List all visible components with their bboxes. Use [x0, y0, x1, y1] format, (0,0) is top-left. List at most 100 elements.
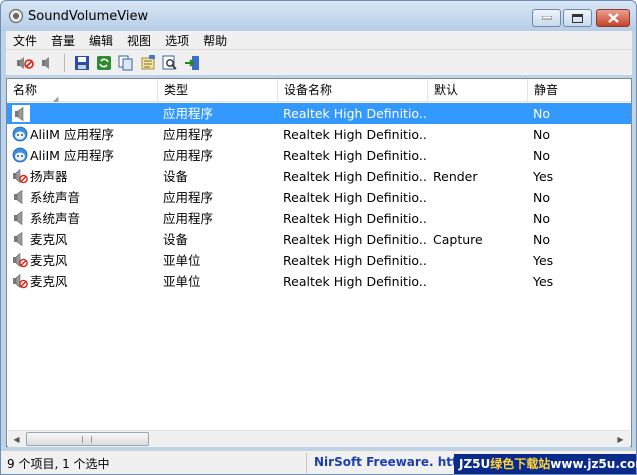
table-row[interactable]: 系统声音 应用程序 Realtek High Definitio... No	[7, 208, 631, 229]
unmute-button[interactable]	[36, 52, 58, 74]
close-icon	[607, 13, 619, 23]
row-name-text: 系统声音	[30, 211, 81, 226]
cell-name: 系统声音	[12, 208, 162, 229]
status-item-count: 9 个项目, 1 个选中	[7, 457, 110, 471]
cell-name	[12, 103, 162, 124]
refresh-button[interactable]	[93, 52, 115, 74]
cell-device: Realtek High Definitio...	[283, 169, 428, 184]
scroll-grip-icon	[82, 436, 92, 443]
cell-device: Realtek High Definitio...	[283, 148, 428, 163]
row-name-text: AliIM 应用程序	[30, 127, 114, 142]
watermark-part3: www.jz5u.com	[550, 457, 637, 471]
cell-device: Realtek High Definitio...	[283, 106, 428, 121]
cell-type: 亚单位	[163, 274, 201, 289]
cell-device: Realtek High Definitio...	[283, 274, 428, 289]
menu-options[interactable]: 选项	[158, 32, 196, 49]
column-header-mute[interactable]: 静音	[528, 79, 631, 102]
cell-name: 麦克风	[12, 229, 162, 250]
window-title: SoundVolumeView	[28, 9, 149, 24]
cell-device: Realtek High Definitio...	[283, 253, 428, 268]
cell-default	[433, 124, 528, 145]
row-name-text: 麦克风	[30, 232, 68, 247]
cell-mute: No	[533, 148, 550, 163]
cell-default	[433, 271, 528, 292]
find-button[interactable]	[159, 52, 181, 74]
cell-mute: No	[533, 127, 550, 142]
table-row[interactable]: 麦克风 亚单位 Realtek High Definitio... Yes	[7, 271, 631, 292]
list-rows: 应用程序 Realtek High Definitio... No AliIM 应用程…	[7, 103, 631, 292]
speaker-icon	[12, 231, 28, 247]
status-divider	[306, 453, 307, 473]
table-row[interactable]: AliIM 应用程序 应用程序 Realtek High Definitio... N…	[7, 124, 631, 145]
cell-mute: No	[533, 232, 550, 247]
cell-type: 应用程序	[163, 190, 214, 205]
scrollbar-thumb[interactable]	[26, 432, 149, 446]
cell-name: AliIM 应用程序	[12, 124, 162, 145]
menu-volume[interactable]: 音量	[44, 32, 82, 49]
column-header-label: 设备名称	[284, 83, 333, 97]
table-row[interactable]: 麦克风 亚单位 Realtek High Definitio... Yes	[7, 250, 631, 271]
cell-type: 设备	[163, 169, 189, 184]
scroll-left-arrow-icon[interactable]: ◀	[8, 431, 25, 447]
unmute-icon	[42, 56, 49, 69]
cell-name: 系统声音	[12, 187, 162, 208]
maximize-icon	[572, 13, 583, 23]
toolbar	[6, 49, 632, 75]
app-icon	[9, 9, 23, 23]
cell-name: AliIM 应用程序	[12, 145, 162, 166]
column-header-label: 类型	[164, 83, 189, 97]
menu-edit[interactable]: 编辑	[82, 32, 120, 49]
cell-type: 应用程序	[163, 148, 214, 163]
row-name-text: 系统声音	[30, 190, 81, 205]
cell-mute: No	[533, 190, 550, 205]
cell-type: 应用程序	[163, 127, 214, 142]
menu-file[interactable]: 文件	[6, 32, 44, 49]
save-button[interactable]	[71, 52, 93, 74]
menu-help[interactable]: 帮助	[196, 32, 234, 49]
horizontal-scrollbar[interactable]: ◀ ▶	[8, 430, 630, 447]
cell-default	[433, 187, 528, 208]
menu-view[interactable]: 视图	[120, 32, 158, 49]
scroll-right-arrow-icon[interactable]: ▶	[612, 431, 629, 447]
column-header-device[interactable]: 设备名称	[278, 79, 428, 102]
copy-icon	[118, 55, 133, 70]
table-row[interactable]: 扬声器 设备 Realtek High Definitio... Render Yes	[7, 166, 631, 187]
cell-type: 设备	[163, 232, 189, 247]
column-header-type[interactable]: 类型	[158, 79, 278, 102]
table-row[interactable]: 应用程序 Realtek High Definitio... No	[7, 103, 631, 124]
properties-button[interactable]	[137, 52, 159, 74]
sound-list-view[interactable]: 名称 ◢ 类型 设备名称 默认 静音 应用程序 Realtek High Defin…	[6, 78, 632, 447]
cell-name: 麦克风	[12, 271, 162, 292]
copy-button[interactable]	[115, 52, 137, 74]
title-bar[interactable]: SoundVolumeView	[1, 1, 636, 31]
cell-type: 应用程序	[163, 106, 214, 121]
table-row[interactable]: 麦克风 设备 Realtek High Definitio... Capture No	[7, 229, 631, 250]
toolbar-separator	[64, 53, 65, 72]
list-header: 名称 ◢ 类型 设备名称 默认 静音	[7, 79, 631, 103]
refresh-icon	[97, 55, 111, 70]
cell-type: 亚单位	[163, 253, 201, 268]
exit-button[interactable]	[181, 52, 203, 74]
mute-button[interactable]	[14, 52, 36, 74]
speaker-icon	[12, 210, 28, 226]
speaker-icon	[12, 105, 30, 122]
minimize-icon	[541, 16, 552, 20]
cell-type: 应用程序	[163, 211, 214, 226]
close-button[interactable]	[596, 9, 630, 27]
properties-icon	[141, 54, 155, 69]
cell-device: Realtek High Definitio...	[283, 127, 428, 142]
row-name-text: AliIM 应用程序	[30, 148, 114, 163]
cell-default	[433, 250, 528, 271]
cell-mute: Yes	[533, 274, 554, 289]
table-row[interactable]: 系统声音 应用程序 Realtek High Definitio... No	[7, 187, 631, 208]
column-header-label: 默认	[434, 83, 459, 97]
cell-mute: No	[533, 211, 550, 226]
minimize-button[interactable]	[532, 9, 561, 27]
mute-icon	[17, 56, 34, 69]
watermark-part1: JZ5U	[459, 457, 491, 471]
menu-bar: 文件 音量 编辑 视图 选项 帮助	[6, 31, 632, 49]
table-row[interactable]: AliIM 应用程序 应用程序 Realtek High Definitio... N…	[7, 145, 631, 166]
column-header-name[interactable]: 名称 ◢	[7, 79, 158, 103]
column-header-default[interactable]: 默认	[428, 79, 528, 102]
maximize-button[interactable]	[563, 9, 592, 27]
